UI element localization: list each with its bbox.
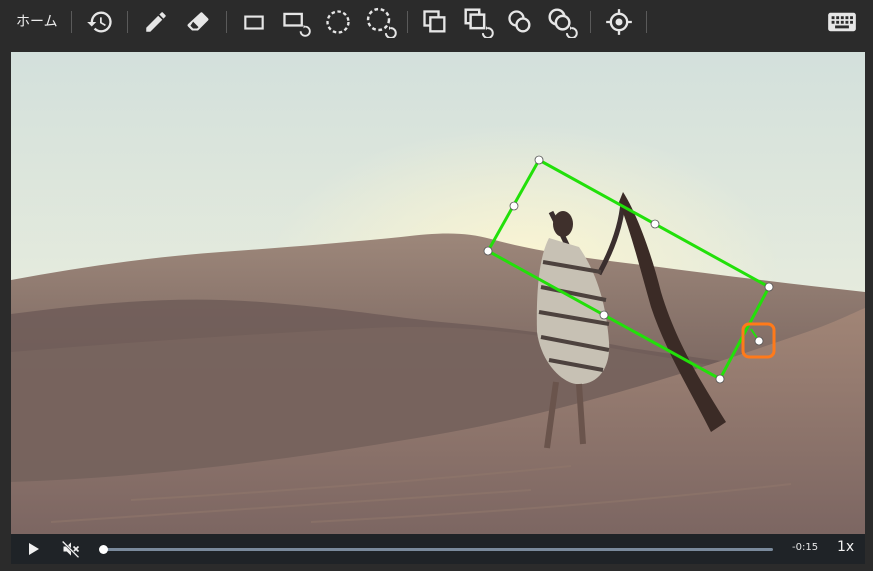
video-canvas[interactable] [11,52,865,534]
rotated-rectangle-icon [283,12,311,37]
mute-button[interactable] [61,539,81,559]
seek-bar[interactable] [101,548,773,551]
copy-rectangle-button[interactable] [419,7,451,37]
history-button[interactable] [84,7,116,37]
rotated-ellipse-tool-button[interactable] [365,7,397,38]
copy-ellipse-icon [508,10,531,33]
playback-speed-button[interactable]: 1x [837,539,854,555]
copy-rotated-rectangle-button[interactable] [462,7,494,38]
rectangle-icon [244,15,264,30]
keyboard-icon [828,12,856,32]
ellipse-icon [326,10,350,34]
rectangle-tool-button[interactable] [238,7,270,37]
history-icon [87,11,112,33]
pencil-button[interactable] [140,7,172,37]
copy-ellipse-button[interactable] [504,7,536,37]
toolbar: ホーム [0,0,873,44]
toolbar-divider [407,11,408,33]
box-edge-handle[interactable] [509,201,519,211]
copy-rectangle-icon [423,10,446,33]
box-edge-handle[interactable] [599,310,609,320]
copy-rotated-ellipse-icon [548,8,578,38]
play-icon [29,543,39,555]
pencil-icon [146,12,166,32]
toolbar-divider [127,11,128,33]
time-remaining: -0:15 [792,542,819,553]
toolbar-divider [590,11,591,33]
toolbar-divider [226,11,227,33]
copy-rotated-rectangle-icon [464,8,494,38]
home-button[interactable]: ホーム [16,12,58,32]
toolbar-divider [71,11,72,33]
box-corner-handle[interactable] [534,155,544,165]
eraser-button[interactable] [182,7,214,37]
annotation-overlay [483,155,776,384]
play-button[interactable] [23,540,43,558]
muted-speaker-icon [61,540,80,559]
keyboard-shortcuts-button[interactable] [826,7,858,37]
toolbar-divider [646,11,647,33]
box-corner-handle[interactable] [715,374,725,384]
eraser-icon [187,12,209,31]
seek-handle[interactable] [99,545,108,554]
copy-rotated-ellipse-button[interactable] [546,7,578,38]
rotated-rectangle-tool-button[interactable] [280,7,312,37]
box-corner-handle[interactable] [483,246,493,256]
rotation-handle[interactable] [754,336,764,346]
crosshair-tool-button[interactable] [603,7,635,37]
rotated-bounding-box[interactable] [485,157,772,382]
ellipse-tool-button[interactable] [322,7,354,37]
video-controls: -0:15 1x [11,534,865,564]
box-edge-handle[interactable] [650,219,660,229]
rotated-ellipse-icon [366,7,397,38]
box-corner-handle[interactable] [764,282,774,292]
crosshair-icon [606,9,632,35]
